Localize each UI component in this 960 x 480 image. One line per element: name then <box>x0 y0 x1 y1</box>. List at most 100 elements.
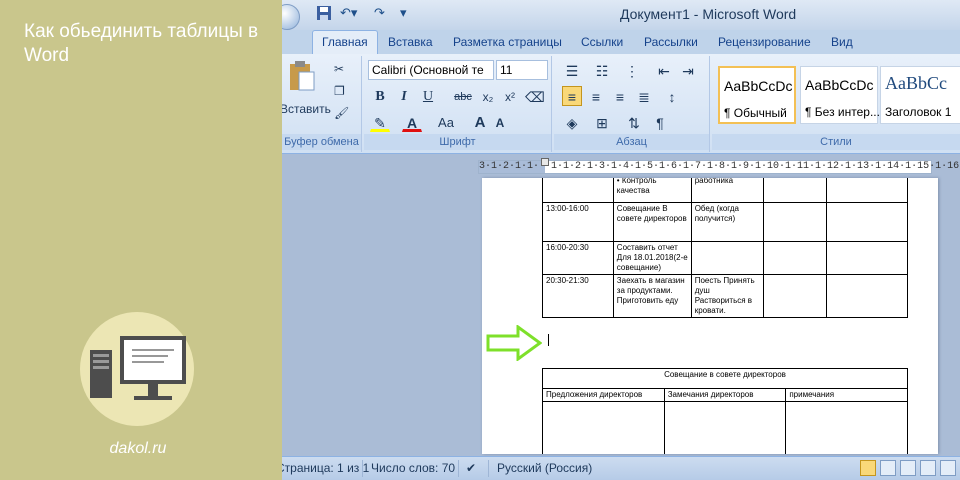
styles-group-label: Стили <box>712 134 960 150</box>
superscript-button[interactable]: x² <box>500 86 520 106</box>
font-size-select[interactable]: 11 <box>496 60 548 80</box>
font-group: Calibri (Основной те 11 B I U abc x₂ x² … <box>364 56 552 152</box>
italic-button[interactable]: I <box>394 86 414 106</box>
show-marks-icon[interactable]: ¶ <box>650 112 670 132</box>
table-cell[interactable]: Заехать в магазин за продуктами. Пригото… <box>612 274 692 318</box>
horizontal-ruler[interactable]: 3·1·2·1·1· ·1·1·2·1·3·1·4·1·5·1·6·1·7·1·… <box>478 158 960 174</box>
style-no-spacing[interactable]: AaBbCcDc ¶ Без интер... <box>800 66 880 124</box>
title-bar: ↶▾ ↷ ▾ Документ1 - Microsoft Word <box>282 0 960 30</box>
table-cell[interactable]: Составить отчет Для 18.01.2018(2-е совещ… <box>612 241 692 275</box>
table-cell[interactable] <box>826 178 908 203</box>
print-layout-view-button[interactable] <box>860 460 876 476</box>
change-case-button[interactable]: Aa <box>432 112 460 132</box>
office-button[interactable] <box>282 4 300 30</box>
shading-icon[interactable]: ◈ <box>562 112 582 132</box>
copy-icon[interactable]: ❐ <box>334 84 345 98</box>
decrease-indent-icon[interactable]: ⇤ <box>654 60 674 80</box>
highlight-icon[interactable]: ✎ <box>370 112 390 132</box>
table-cell[interactable] <box>826 241 908 275</box>
numbering-icon[interactable]: ☷ <box>592 60 612 80</box>
word-count[interactable]: Число слов: 70 <box>371 461 455 475</box>
shrink-font-button[interactable]: A <box>490 112 510 132</box>
draft-view-button[interactable] <box>940 460 956 476</box>
table-cell[interactable]: 16:00-20:30 <box>542 241 614 275</box>
style-normal[interactable]: AaBbCcDc ¶ Обычный <box>718 66 796 124</box>
web-layout-view-button[interactable] <box>900 460 916 476</box>
sort-icon[interactable]: ⇅ <box>624 112 644 132</box>
table-cell[interactable] <box>826 274 908 318</box>
align-center-icon[interactable]: ≡ <box>586 86 606 106</box>
column-header[interactable]: примечания <box>785 388 908 402</box>
page-count[interactable]: Страница: 1 из 1 <box>282 461 369 475</box>
subscript-button[interactable]: x₂ <box>478 86 498 106</box>
tab-review[interactable]: Рецензирование <box>718 35 811 49</box>
table-cell[interactable]: 20:30-21:30 <box>542 274 614 318</box>
table-cell[interactable]: Обед (когда получится) <box>690 202 764 242</box>
table-row: • Контроль качества работника <box>542 178 908 203</box>
status-bar: Страница: 1 из 1 Число слов: 70 ✔ Русски… <box>282 456 960 480</box>
bold-button[interactable]: B <box>370 86 390 106</box>
table-cell[interactable] <box>762 241 828 275</box>
table-cell[interactable]: 13:00-16:00 <box>542 202 614 242</box>
clear-formatting-icon[interactable]: ⌫ <box>524 86 545 106</box>
save-icon[interactable] <box>316 5 332 23</box>
multilevel-list-icon[interactable]: ⋮ <box>622 60 642 80</box>
style-normal-sample: AaBbCcDc <box>724 78 793 94</box>
table-cell[interactable] <box>785 401 908 454</box>
style-heading-1[interactable]: AaBbCc Заголовок 1 <box>880 66 960 124</box>
tab-view[interactable]: Вид <box>831 35 853 49</box>
column-header[interactable]: Замечания директоров <box>663 388 787 402</box>
grow-font-button[interactable]: A <box>470 112 490 132</box>
status-divider <box>488 460 489 477</box>
table-cell[interactable] <box>663 401 787 454</box>
table-cell[interactable]: Совещание В совете директоров <box>612 202 692 242</box>
tab-insert[interactable]: Вставка <box>388 35 433 49</box>
format-painter-icon[interactable]: 🖌 <box>334 106 349 120</box>
table-cell[interactable] <box>542 401 665 454</box>
styles-group: AaBbCcDc ¶ Обычный AaBbCcDc ¶ Без интер.… <box>712 56 960 152</box>
table-cell[interactable] <box>762 202 828 242</box>
table-cell[interactable]: • Контроль качества <box>612 178 692 203</box>
status-divider <box>458 460 459 477</box>
language-indicator[interactable]: Русский (Россия) <box>497 461 592 475</box>
table-cell[interactable] <box>542 178 614 203</box>
redo-icon[interactable]: ↷ <box>374 5 385 23</box>
tab-references[interactable]: Ссылки <box>581 35 623 49</box>
bullets-icon[interactable]: ☰ <box>562 60 582 80</box>
indent-marker[interactable] <box>541 158 549 166</box>
underline-button[interactable]: U <box>418 86 438 106</box>
tab-mailings[interactable]: Рассылки <box>644 35 698 49</box>
tab-page-layout[interactable]: Разметка страницы <box>453 35 562 49</box>
increase-indent-icon[interactable]: ⇥ <box>678 60 698 80</box>
paste-icon[interactable] <box>288 60 316 95</box>
borders-icon[interactable]: ⊞ <box>592 112 612 132</box>
align-right-icon[interactable]: ≡ <box>610 86 630 106</box>
table-cell[interactable] <box>762 178 828 203</box>
line-spacing-icon[interactable]: ↕ <box>662 86 682 106</box>
tab-home[interactable]: Главная <box>322 35 368 49</box>
spelling-check-icon[interactable]: ✔ <box>466 461 476 475</box>
document-page[interactable]: • Контроль качества работника 13:00-16:0… <box>482 178 938 454</box>
cut-icon[interactable]: ✂ <box>334 62 344 76</box>
full-screen-reading-view-button[interactable] <box>880 460 896 476</box>
font-name-select[interactable]: Calibri (Основной те <box>368 60 494 80</box>
table-cell[interactable]: Поесть Принять душ Раствориться в кроват… <box>690 274 764 318</box>
table-cell[interactable]: работника <box>690 178 764 203</box>
font-color-icon[interactable]: A <box>402 112 422 132</box>
table-cell[interactable] <box>762 274 828 318</box>
table-row: Предложения директоров Замечания директо… <box>542 388 908 402</box>
strikethrough-button[interactable]: abc <box>450 86 476 106</box>
undo-icon[interactable]: ↶▾ <box>340 5 357 23</box>
paste-button[interactable]: Вставить <box>282 102 331 116</box>
table-row: Совещание в совете директоров <box>542 368 908 389</box>
table-cell[interactable] <box>826 202 908 242</box>
justify-icon[interactable]: ≣ <box>634 86 654 106</box>
outline-view-button[interactable] <box>920 460 936 476</box>
column-header[interactable]: Предложения директоров <box>542 388 665 402</box>
align-left-icon[interactable]: ≡ <box>562 86 582 106</box>
table-header-cell[interactable]: Совещание в совете директоров <box>542 368 908 389</box>
customize-toolbar-icon[interactable]: ▾ <box>400 5 407 23</box>
status-divider <box>362 460 363 477</box>
table-cell[interactable] <box>690 241 764 275</box>
paragraph-group: ☰ ☷ ⋮ ⇤ ⇥ ≡ ≡ ≡ ≣ ↕ ◈ ⊞ ⇅ ¶ Абзац <box>554 56 710 152</box>
